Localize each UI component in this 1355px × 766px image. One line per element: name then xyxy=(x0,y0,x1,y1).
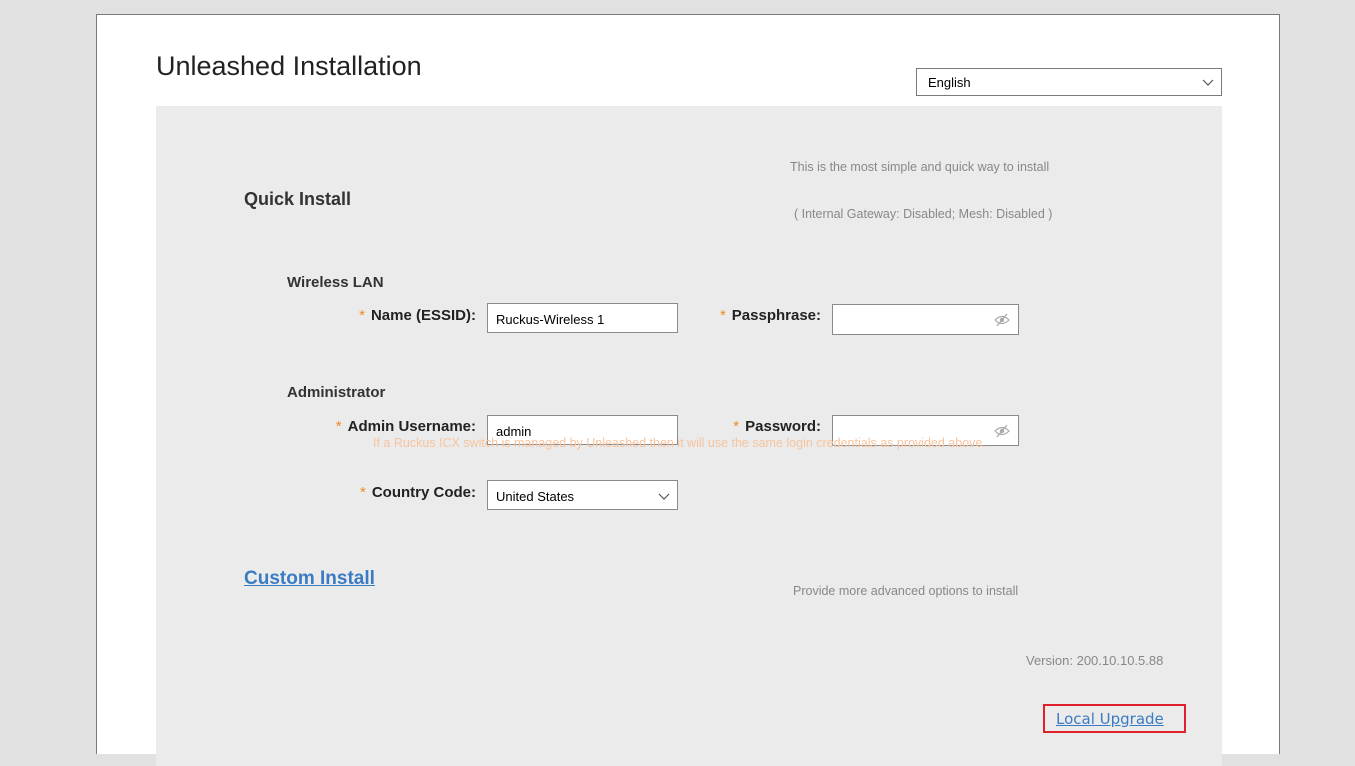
language-select[interactable]: English xyxy=(916,68,1222,96)
essid-label: * Name (ESSID): xyxy=(359,307,476,324)
quick-install-desc: This is the most simple and quick way to… xyxy=(790,160,1050,174)
quick-install-options-desc: ( Internal Gateway: Disabled; Mesh: Disa… xyxy=(794,207,1053,221)
required-star: * xyxy=(335,418,342,435)
administrator-section: Administrator xyxy=(287,384,386,401)
custom-install-desc: Provide more advanced options to install xyxy=(793,584,1019,598)
required-star: * xyxy=(359,307,365,324)
chevron-down-icon xyxy=(658,493,670,500)
eye-slash-icon[interactable] xyxy=(994,424,1010,438)
required-star: * xyxy=(359,484,366,501)
required-star: * xyxy=(733,418,740,435)
custom-install-link[interactable]: Custom Install xyxy=(244,568,375,590)
language-select-value: English xyxy=(928,75,971,90)
quick-install-title: Quick Install xyxy=(244,189,352,209)
admin-username-label: * Admin Username: xyxy=(335,418,476,435)
install-panel: Quick Install This is the most simple an… xyxy=(156,106,1222,766)
passphrase-input[interactable] xyxy=(832,304,1019,335)
eye-slash-icon[interactable] xyxy=(994,313,1010,327)
country-code-label: * Country Code: xyxy=(359,484,476,501)
page-title: Unleashed Installation xyxy=(156,51,422,81)
country-code-select[interactable]: United States xyxy=(487,480,678,510)
wireless-lan-section: Wireless LAN xyxy=(287,274,384,291)
passphrase-label: * Passphrase: xyxy=(719,307,821,324)
essid-input-value: Ruckus-Wireless 1 xyxy=(496,312,605,327)
install-page: Unleashed Installation English Quick Ins… xyxy=(96,14,1280,766)
country-code-value: United States xyxy=(496,489,575,504)
version-text: Version: 200.10.10.5.88 xyxy=(1026,653,1164,668)
local-upgrade-highlight: Local Upgrade xyxy=(1043,704,1186,733)
required-star: * xyxy=(719,307,726,324)
credentials-note: If a Ruckus ICX switch is managed by Unl… xyxy=(373,436,986,450)
chevron-down-icon xyxy=(1202,79,1214,86)
password-label: * Password: xyxy=(733,418,821,435)
local-upgrade-link[interactable]: Local Upgrade xyxy=(1056,710,1164,728)
essid-input[interactable]: Ruckus-Wireless 1 xyxy=(487,303,678,333)
